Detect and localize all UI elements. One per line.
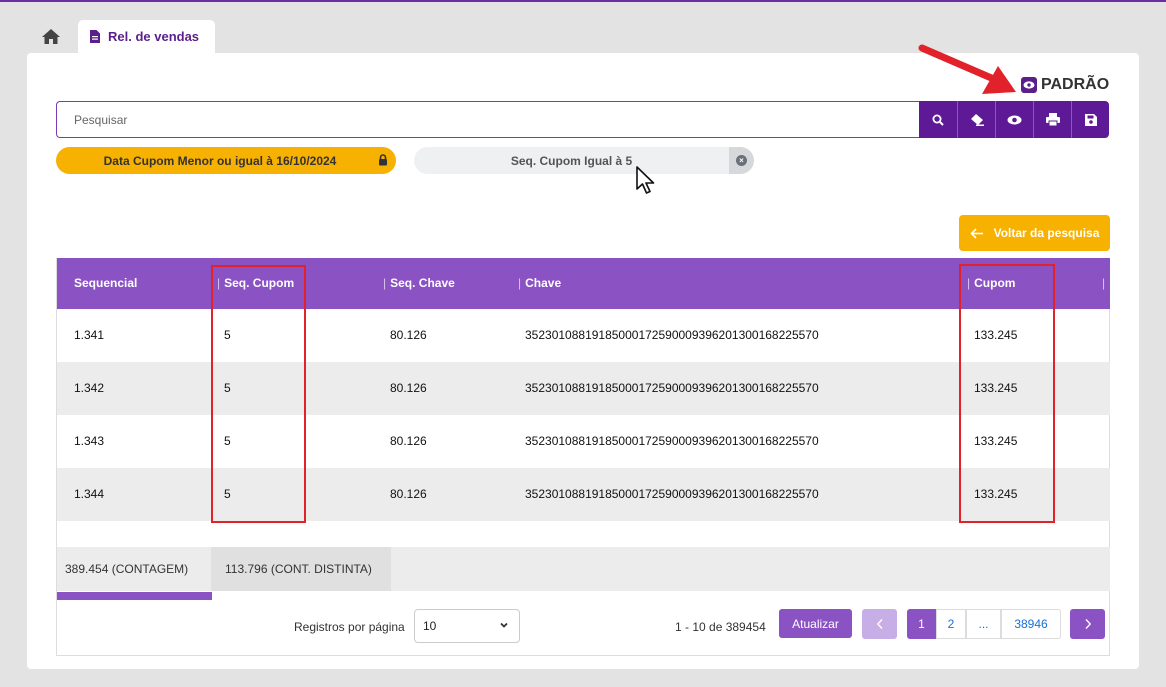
page-ellipsis: ... [966,609,1001,639]
back-to-search-label: Voltar da pesquisa [993,226,1100,240]
grid-summary: 389.454 (CONTAGEM) 113.796 (CONT. DISTIN… [57,547,1110,591]
tab-rel-vendas-label: Rel. de vendas [108,29,200,44]
cell-chave: 3523010881918500017259000939620130016822… [525,487,819,501]
cell-chave: 3523010881918500017259000939620130016822… [525,434,819,448]
cell-seq-chave: 80.126 [390,487,427,501]
search-button[interactable] [919,101,957,138]
view-selector[interactable]: PADRÃO [1021,76,1109,94]
filter-chip-seq[interactable]: Seq. Cupom Igual à 5 × [414,147,754,174]
chevron-down-icon [500,622,508,628]
search-toolbar [919,101,1109,138]
refresh-button[interactable]: Atualizar [779,609,852,638]
document-icon [90,30,100,43]
cell-sequencial: 1.343 [74,434,105,448]
lock-icon [379,154,387,166]
home-icon [42,28,60,44]
next-page-button[interactable] [1070,609,1105,639]
filter-chip-seq-label: Seq. Cupom Igual à 5 [510,153,633,168]
cell-chave: 3523010881918500017259000939620130016822… [525,328,819,342]
top-accent-line [0,0,1166,2]
cell-sequencial: 1.341 [74,328,105,342]
column-header-chave[interactable]: | Chave [518,276,561,290]
cell-sequencial: 1.344 [74,487,105,501]
page-range: 1 - 10 de 389454 [675,620,766,634]
pagination: Registros por página 10 1 - 10 de 389454… [57,608,1110,644]
column-header-extra: | [1102,276,1106,290]
page-button-2[interactable]: 2 [936,609,966,639]
highlight-box-cupom [959,264,1055,523]
chevron-right-icon [1084,619,1091,629]
page-button-1[interactable]: 1 [907,609,936,639]
cell-seq-chave: 80.126 [390,381,427,395]
tab-home[interactable] [32,20,70,52]
save-icon [1084,113,1097,126]
tab-rel-vendas[interactable]: Rel. de vendas [78,20,215,53]
filter-chip-date-label: Data Cupom Menor ou igual à 16/10/2024 [103,153,337,168]
arrow-left-icon [969,227,983,239]
close-icon: × [736,155,747,166]
rows-per-page-select[interactable]: 10 [414,609,520,643]
chevron-left-icon [876,619,883,629]
print-button[interactable] [1033,101,1071,138]
annotation-arrow-icon [918,44,1016,94]
horizontal-scrollbar[interactable] [57,592,212,600]
prev-page-button[interactable] [862,609,897,639]
rows-per-page-label: Registros por página [294,620,405,634]
highlight-box-seq-cupom [211,265,306,523]
column-header-sequencial[interactable]: Sequencial [74,276,137,290]
eye-icon [1021,77,1037,93]
cell-seq-chave: 80.126 [390,434,427,448]
column-header-seq-chave[interactable]: | Seq. Chave [383,276,455,290]
filter-chip-date[interactable]: Data Cupom Menor ou igual à 16/10/2024 [56,147,396,174]
eye-icon [1007,115,1022,124]
search-input[interactable] [56,101,920,138]
clear-button[interactable] [957,101,995,138]
cell-sequencial: 1.342 [74,381,105,395]
print-icon [1045,113,1060,126]
cell-seq-chave: 80.126 [390,328,427,342]
cell-chave: 3523010881918500017259000939620130016822… [525,381,819,395]
save-button[interactable] [1071,101,1109,138]
rows-per-page-value: 10 [423,619,437,633]
summary-distinct: 113.796 (CONT. DISTINTA) [211,547,391,591]
filter-chip-remove[interactable]: × [729,147,754,174]
view-label: PADRÃO [1041,76,1110,93]
search-icon [932,114,944,126]
page-button-last[interactable]: 38946 [1001,609,1061,639]
summary-count: 389.454 (CONTAGEM) [57,547,211,591]
view-button[interactable] [995,101,1033,138]
back-to-search-button[interactable]: Voltar da pesquisa [959,215,1110,251]
mouse-cursor-icon [636,166,655,194]
eraser-icon [970,114,984,126]
